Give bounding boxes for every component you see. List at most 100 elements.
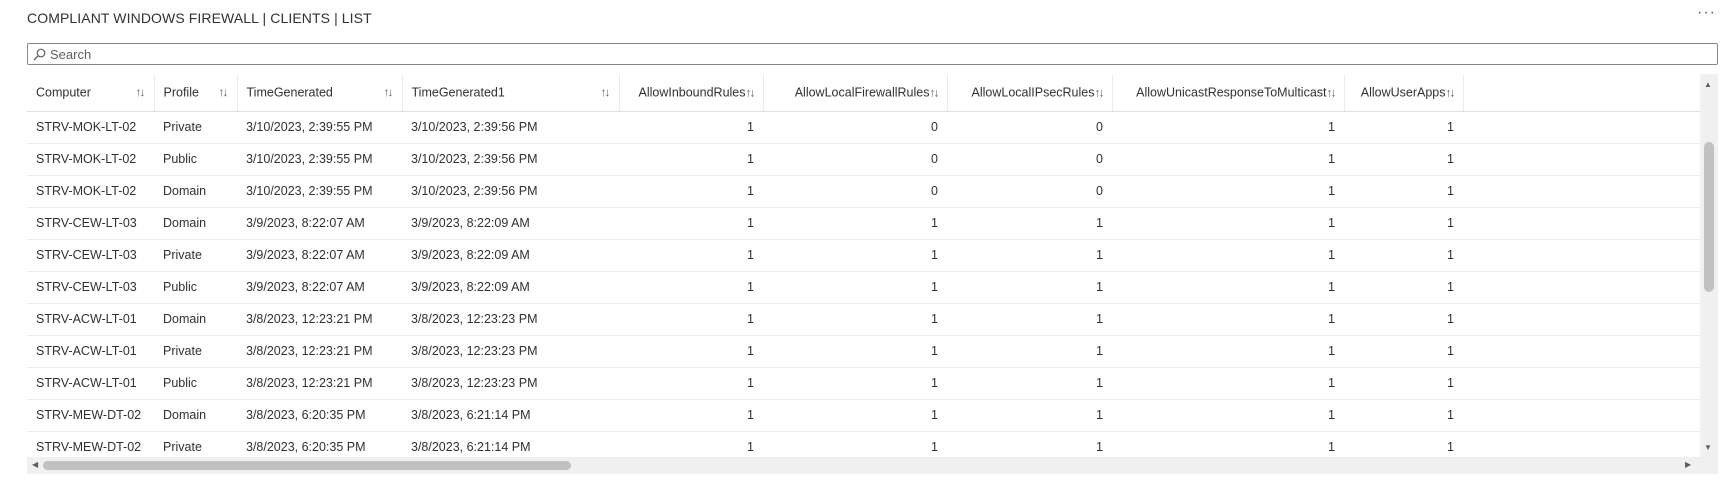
cell-allowunicastresponsetomulticast: 1	[1112, 239, 1344, 272]
cell-profile: Private	[154, 111, 237, 144]
cell-computer: STRV-ACW-LT-01	[27, 335, 154, 368]
scroll-down-icon[interactable]: ▼	[1704, 443, 1712, 452]
column-header-profile[interactable]: Profile ↑↓	[154, 74, 238, 112]
cell-profile: Domain	[154, 399, 237, 432]
cell-allowunicastresponsetomulticast: 1	[1112, 111, 1344, 144]
cell-allowinboundrules: 1	[619, 367, 763, 400]
cell-allowinboundrules: 1	[619, 271, 763, 304]
table-row[interactable]: STRV-MEW-DT-02 Domain 3/8/2023, 6:20:35 PM…	[27, 399, 1700, 432]
cell-allowlocalipsecrules: 1	[947, 335, 1112, 368]
cell-computer: STRV-CEW-LT-03	[27, 207, 154, 240]
cell-allowinboundrules: 1	[619, 143, 763, 176]
cell-timegenerated1: 3/8/2023, 12:23:23 PM	[402, 335, 619, 368]
column-header-allowuserapps[interactable]: AllowUserApps↑↓	[1344, 74, 1464, 112]
cell-profile: Private	[154, 239, 237, 272]
column-header-label: AllowLocalFirewallRules	[794, 85, 930, 100]
horizontal-scroll-thumb[interactable]	[43, 461, 571, 470]
sort-arrows-icon[interactable]: ↑↓	[746, 86, 756, 100]
sort-arrows-icon[interactable]: ↑↓	[136, 85, 146, 99]
column-header-label: AllowUserApps	[1360, 85, 1446, 100]
sort-arrows-icon[interactable]: ↑↓	[1446, 86, 1456, 100]
table-row[interactable]: STRV-ACW-LT-01 Domain 3/8/2023, 12:23:21 P…	[27, 303, 1700, 336]
cell-allowlocalfirewallrules: 1	[763, 335, 947, 368]
sort-arrows-icon[interactable]: ↑↓	[601, 85, 611, 99]
cell-allowunicastresponsetomulticast: 1	[1112, 367, 1344, 400]
cell-allowuserapps: 1	[1344, 335, 1463, 368]
cell-profile: Public	[154, 143, 237, 176]
column-header-allowlocalipsecrules[interactable]: AllowLocalIPsecRules↑↓	[947, 74, 1113, 112]
table-row[interactable]: STRV-CEW-LT-03 Public 3/9/2023, 8:22:07 AM…	[27, 271, 1700, 304]
cell-allowinboundrules: 1	[619, 431, 763, 457]
cell-allowuserports: 1	[1463, 175, 1700, 208]
column-header-computer[interactable]: Computer ↑↓	[27, 74, 155, 112]
column-header-timegenerated[interactable]: TimeGenerated ↑↓	[237, 74, 403, 112]
cell-timegenerated: 3/10/2023, 2:39:55 PM	[237, 143, 402, 176]
cell-allowunicastresponsetomulticast: 1	[1112, 175, 1344, 208]
cell-allowunicastresponsetomulticast: 1	[1112, 335, 1344, 368]
vertical-scroll-thumb[interactable]	[1704, 142, 1714, 292]
scroll-left-icon[interactable]: ◀	[32, 460, 38, 469]
cell-timegenerated: 3/8/2023, 12:23:21 PM	[237, 367, 402, 400]
cell-allowuserports: 1	[1463, 111, 1700, 144]
table-row[interactable]: STRV-MOK-LT-02 Private 3/10/2023, 2:39:55 …	[27, 111, 1700, 144]
cell-allowlocalipsecrules: 1	[947, 303, 1112, 336]
table-row[interactable]: STRV-ACW-LT-01 Public 3/8/2023, 12:23:21 P…	[27, 367, 1700, 400]
cell-allowuserports: 1	[1463, 399, 1700, 432]
sort-arrows-icon[interactable]: ↑↓	[1095, 86, 1105, 100]
cell-timegenerated: 3/9/2023, 8:22:07 AM	[237, 271, 402, 304]
sort-arrows-icon[interactable]: ↑↓	[219, 85, 229, 99]
cell-allowlocalfirewallrules: 1	[763, 431, 947, 457]
cell-allowunicastresponsetomulticast: 1	[1112, 399, 1344, 432]
table-row[interactable]: STRV-ACW-LT-01 Private 3/8/2023, 12:23:21 …	[27, 335, 1700, 368]
table-row[interactable]: STRV-CEW-LT-03 Private 3/9/2023, 8:22:07 A…	[27, 239, 1700, 272]
cell-allowuserports: 1	[1463, 239, 1700, 272]
cell-allowuserports: 1	[1463, 431, 1700, 457]
cell-allowlocalipsecrules: 0	[947, 111, 1112, 144]
cell-allowlocalipsecrules: 1	[947, 367, 1112, 400]
cell-allowlocalfirewallrules: 0	[763, 143, 947, 176]
cell-allowlocalfirewallrules: 1	[763, 303, 947, 336]
table-row[interactable]: STRV-MEW-DT-02 Private 3/8/2023, 6:20:35 P…	[27, 431, 1700, 457]
cell-allowuserapps: 1	[1344, 207, 1463, 240]
cell-timegenerated1: 3/10/2023, 2:39:56 PM	[402, 175, 619, 208]
vertical-scrollbar[interactable]: ▲ ▼	[1700, 74, 1718, 457]
cell-computer: STRV-ACW-LT-01	[27, 303, 154, 336]
sort-arrows-icon[interactable]: ↑↓	[384, 85, 394, 99]
column-header-allowlocalfirewallrules[interactable]: AllowLocalFirewallRules↑↓	[763, 74, 948, 112]
table-row[interactable]: STRV-MOK-LT-02 Domain 3/10/2023, 2:39:55 P…	[27, 175, 1700, 208]
more-options-icon[interactable]: ···	[1697, 4, 1716, 22]
cell-profile: Domain	[154, 207, 237, 240]
cell-allowunicastresponsetomulticast: 1	[1112, 271, 1344, 304]
search-input[interactable]	[50, 45, 1717, 63]
cell-computer: STRV-MEW-DT-02	[27, 399, 154, 432]
scroll-right-icon[interactable]: ▶	[1685, 460, 1691, 469]
sort-arrows-icon[interactable]: ↑↓	[1327, 86, 1337, 100]
table-row[interactable]: STRV-MOK-LT-02 Public 3/10/2023, 2:39:55 P…	[27, 143, 1700, 176]
cell-allowuserports: 1	[1463, 143, 1700, 176]
results-grid: Computer ↑↓ Profile ↑↓ TimeGenerated ↑↓ TimeGe…	[27, 74, 1718, 474]
cell-allowlocalipsecrules: 1	[947, 399, 1112, 432]
cell-timegenerated: 3/9/2023, 8:22:07 AM	[237, 239, 402, 272]
cell-profile: Domain	[154, 303, 237, 336]
sort-arrows-icon[interactable]: ↑↓	[930, 86, 940, 100]
cell-allowinboundrules: 1	[619, 207, 763, 240]
cell-timegenerated: 3/10/2023, 2:39:55 PM	[237, 175, 402, 208]
column-header-allowinboundrules[interactable]: AllowInboundRules↑↓	[619, 74, 764, 112]
cell-allowlocalfirewallrules: 0	[763, 111, 947, 144]
cell-timegenerated: 3/9/2023, 8:22:07 AM	[237, 207, 402, 240]
scroll-up-icon[interactable]: ▲	[1704, 80, 1712, 89]
column-header-timegenerated1[interactable]: TimeGenerated1 ↑↓	[402, 74, 620, 112]
column-header-allowuserports[interactable]: AllowUserPorts↑↓	[1463, 74, 1700, 112]
table-row[interactable]: STRV-CEW-LT-03 Domain 3/9/2023, 8:22:07 AM…	[27, 207, 1700, 240]
column-header-label: Profile	[163, 85, 199, 100]
cell-computer: STRV-MOK-LT-02	[27, 175, 154, 208]
horizontal-scrollbar[interactable]: ◀ ▶	[27, 457, 1700, 474]
cell-timegenerated1: 3/9/2023, 8:22:09 AM	[402, 239, 619, 272]
column-header-allowunicastresponsetomulticast[interactable]: AllowUnicastResponseToMulticast↑↓	[1112, 74, 1345, 112]
cell-allowuserports: 1	[1463, 271, 1700, 304]
cell-profile: Private	[154, 431, 237, 457]
cell-computer: STRV-CEW-LT-03	[27, 271, 154, 304]
cell-allowuserapps: 1	[1344, 399, 1463, 432]
cell-computer: STRV-CEW-LT-03	[27, 239, 154, 272]
cell-allowlocalipsecrules: 1	[947, 207, 1112, 240]
